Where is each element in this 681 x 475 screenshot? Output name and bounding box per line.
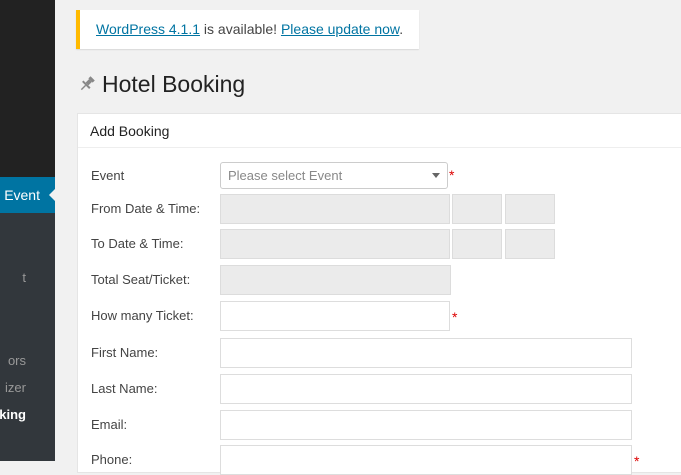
from-datetime-row: From Date & Time:: [78, 194, 681, 224]
update-notice: WordPress 4.1.1 is available! Please upd…: [76, 10, 419, 49]
pin-icon: [78, 75, 96, 93]
to-datetime-label: To Date & Time:: [91, 236, 184, 251]
panel-heading: Add Booking: [78, 114, 681, 148]
email-label: Email:: [91, 417, 128, 432]
event-select-placeholder: Please select Event: [228, 168, 343, 183]
add-booking-panel: Add Booking Event Please select Event * …: [77, 113, 681, 475]
from-datetime-label: From Date & Time:: [91, 201, 201, 216]
ticket-count-input[interactable]: [220, 301, 450, 331]
submenu-item[interactable]: t: [22, 270, 26, 285]
to-minute-input[interactable]: [505, 229, 555, 259]
first-name-row: First Name:: [78, 338, 681, 368]
wordpress-version-link[interactable]: WordPress 4.1.1: [96, 21, 200, 37]
last-name-label: Last Name:: [91, 381, 158, 396]
last-name-row: Last Name:: [78, 374, 681, 404]
submenu-item[interactable]: izer: [5, 380, 26, 395]
phone-row: Phone: *: [78, 445, 681, 475]
to-datetime-row: To Date & Time:: [78, 229, 681, 259]
required-marker: *: [452, 309, 458, 325]
total-seat-row: Total Seat/Ticket:: [78, 265, 681, 295]
page-title: Hotel Booking: [78, 69, 245, 99]
required-marker: *: [449, 167, 455, 183]
ticket-count-row: How many Ticket: *: [78, 301, 681, 331]
phone-label: Phone:: [91, 452, 133, 467]
email-input[interactable]: [220, 410, 632, 440]
ticket-count-label: How many Ticket:: [91, 308, 194, 323]
sidebar-item-event[interactable]: Event: [0, 177, 55, 213]
event-label: Event: [91, 168, 125, 183]
required-marker: *: [634, 453, 640, 469]
sidebar-submenu: t ors izer king: [0, 213, 55, 461]
last-name-input[interactable]: [220, 374, 632, 404]
sidebar-item-label: Event: [4, 187, 40, 203]
update-now-link[interactable]: Please update now: [281, 21, 399, 37]
page-heading: Hotel Booking: [102, 71, 246, 97]
from-date-input[interactable]: [220, 194, 450, 224]
email-row: Email:: [78, 410, 681, 440]
first-name-label: First Name:: [91, 345, 159, 360]
submenu-item[interactable]: ors: [8, 353, 26, 368]
event-select[interactable]: Please select Event: [220, 162, 448, 189]
update-notice-text: is available!: [200, 21, 281, 37]
from-minute-input[interactable]: [505, 194, 555, 224]
to-date-input[interactable]: [220, 229, 450, 259]
chevron-down-icon: [432, 173, 440, 178]
update-notice-end: .: [399, 21, 404, 37]
sidebar-active-arrow-icon: [49, 189, 55, 201]
first-name-input[interactable]: [220, 338, 632, 368]
submenu-item-current[interactable]: king: [0, 407, 26, 422]
event-row: Event Please select Event *: [78, 162, 681, 192]
phone-input[interactable]: [220, 445, 632, 475]
total-seat-input[interactable]: [220, 265, 451, 295]
from-hour-input[interactable]: [452, 194, 502, 224]
to-hour-input[interactable]: [452, 229, 502, 259]
total-seat-label: Total Seat/Ticket:: [91, 272, 191, 287]
